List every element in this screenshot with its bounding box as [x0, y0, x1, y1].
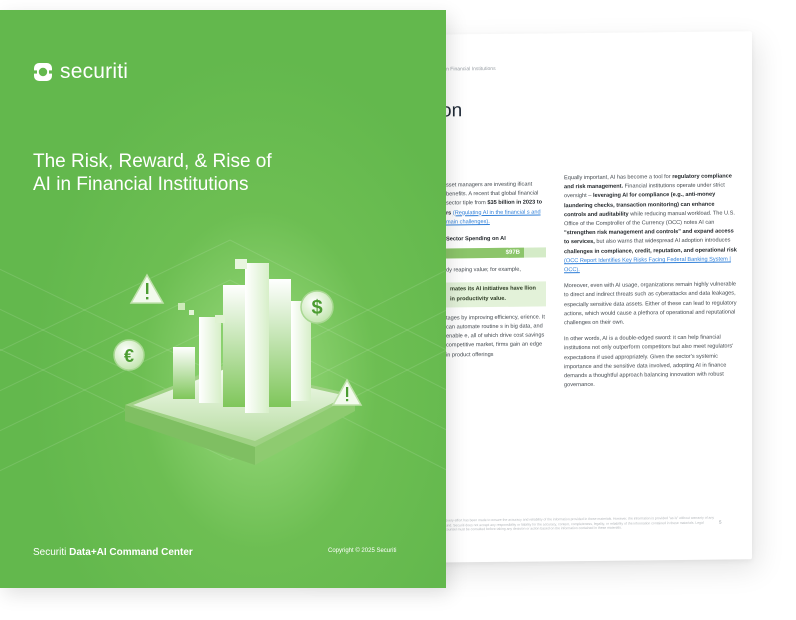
cover-footer-brand: Securiti Data+AI Command Center — [33, 547, 193, 558]
title-line-2: AI in Financial Institutions — [33, 174, 249, 195]
paragraph: dy reaping value; for example, — [446, 266, 521, 274]
finance-bar-illustration: $ € — [113, 259, 363, 465]
securiti-logo: securiti — [33, 60, 128, 84]
source-link[interactable]: (OCC Report Identifies Key Risks Facing … — [564, 256, 731, 273]
page-header: in Financial Institutions — [445, 65, 496, 73]
bar-stack — [173, 259, 311, 413]
svg-text:€: € — [124, 346, 134, 366]
dollar-icon: $ — [300, 290, 334, 324]
left-column: sset managers are investing ificant bene… — [446, 180, 546, 367]
paragraph: tages by improving efficiency, erience. … — [446, 314, 545, 359]
paragraph: Equally important, AI has become a tool … — [564, 172, 738, 275]
paragraph: Moreover, even with AI usage, organizati… — [564, 281, 737, 327]
title-line-1: The Risk, Reward, & Rise of — [33, 151, 272, 172]
paragraph: In other words, AI is a double-edged swo… — [564, 334, 734, 389]
source-link[interactable]: (Regulating AI in the financial s and ma… — [446, 209, 541, 225]
bold-text: challenges in compliance, credit, reputa… — [564, 247, 737, 255]
chart-title: Sector Spending on AI — [446, 235, 506, 243]
svg-text:$: $ — [311, 297, 322, 319]
footer-product-name: Data+AI Command Center — [69, 547, 193, 558]
highlight-box: mates its AI initiatives have llion in p… — [446, 281, 546, 308]
footer-brand-name: Securiti — [33, 547, 67, 558]
paragraph-text: Equally important, AI has become a tool … — [564, 174, 671, 182]
copyright-text: Copyright © 2025 Securiti — [328, 548, 397, 554]
euro-icon: € — [113, 339, 145, 371]
bold-text: $35 billion in 2023 to — [487, 199, 543, 207]
bold-text: rs — [446, 210, 452, 217]
page-number: 5 — [719, 519, 722, 525]
spending-bar: $97B — [446, 247, 524, 259]
brand-name: securiti — [60, 60, 129, 83]
right-column: Equally important, AI has become a tool … — [564, 172, 738, 397]
warning-icon — [129, 273, 165, 304]
disclaimer-note: Every effort has been made to ensure the… — [445, 515, 715, 532]
securiti-logo-icon — [33, 63, 53, 81]
floating-cubes — [178, 303, 194, 315]
paragraph-text: but also warns that widespread AI adopti… — [596, 237, 731, 246]
report-cover: securiti The Risk, Reward, & Rise of AI … — [0, 10, 446, 588]
bar-value-label: $97B — [505, 249, 520, 257]
spending-bar-track: $97B — [446, 247, 546, 259]
paragraph: sset managers are investing ificant bene… — [446, 180, 546, 227]
report-title: The Risk, Reward, & Rise of AI in Financ… — [33, 150, 333, 196]
